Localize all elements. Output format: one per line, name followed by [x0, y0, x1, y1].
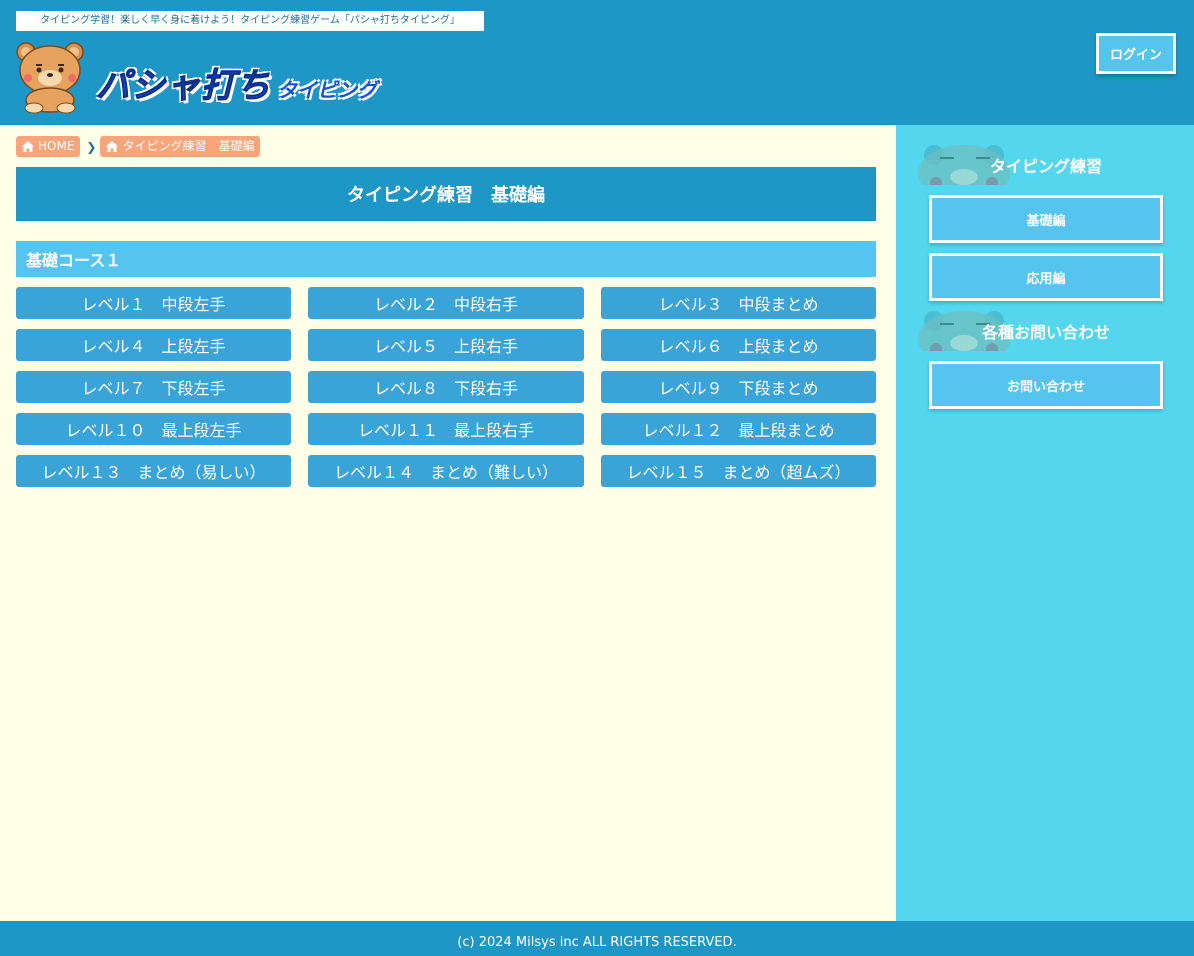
sidebar-heading-label: 各種お問い合わせ: [982, 323, 1111, 342]
level-button-grid: レベル１ 中段左手 レベル２ 中段右手 レベル３ 中段まとめ レベル４ 上段左手…: [16, 287, 876, 487]
level-button-1[interactable]: レベル１ 中段左手: [16, 287, 291, 319]
site-logo[interactable]: パシャ打ち タイピング: [96, 58, 378, 108]
sidebar-heading-label: タイピング練習: [990, 157, 1103, 176]
level-button-7[interactable]: レベル７ 下段左手: [16, 371, 291, 403]
breadcrumb-current[interactable]: タイピング練習 基礎編: [100, 136, 261, 157]
site-footer: (c) 2024 Milsys inc ALL RIGHTS RESERVED.: [0, 921, 1194, 956]
level-button-4[interactable]: レベル４ 上段左手: [16, 329, 291, 361]
sidebar-heading-typing: タイピング練習: [918, 143, 1178, 185]
bear-mascot-icon[interactable]: [14, 40, 86, 114]
sidebar-item-basic[interactable]: 基礎編: [929, 195, 1163, 243]
level-button-6[interactable]: レベル６ 上段まとめ: [601, 329, 876, 361]
chevron-right-icon: ❯: [86, 139, 97, 154]
level-button-9[interactable]: レベル９ 下段まとめ: [601, 371, 876, 403]
sidebar-heading-contact: 各種お問い合わせ: [918, 309, 1178, 351]
level-button-13[interactable]: レベル１３ まとめ（易しい）: [16, 455, 291, 487]
site-tagline: タイピング学習！楽しく早く身に着けよう！タイピング練習ゲーム「パシャ打ちタイピン…: [16, 11, 484, 31]
level-button-3[interactable]: レベル３ 中段まとめ: [601, 287, 876, 319]
level-button-2[interactable]: レベル２ 中段右手: [308, 287, 584, 319]
home-icon: [106, 141, 119, 152]
copyright-text: (c) 2024 Milsys inc ALL RIGHTS RESERVED.: [457, 935, 737, 950]
level-button-15[interactable]: レベル１５ まとめ（超ムズ）: [601, 455, 876, 487]
sidebar-item-contact[interactable]: お問い合わせ: [929, 361, 1163, 409]
home-icon: [22, 141, 34, 152]
page-title: タイピング練習 基礎編: [16, 167, 876, 221]
level-button-11[interactable]: レベル１１ 最上段右手: [308, 413, 584, 445]
breadcrumb-label: タイピング練習 基礎編: [122, 139, 255, 153]
level-button-5[interactable]: レベル５ 上段右手: [308, 329, 584, 361]
sidebar: タイピング練習 基礎編 応用編 各種お問い合わせ お問い合わせ: [896, 125, 1194, 921]
level-button-12[interactable]: レベル１２ 最上段まとめ: [601, 413, 876, 445]
logo-sub-text: タイピング: [277, 78, 377, 102]
breadcrumb-home[interactable]: HOME: [16, 136, 81, 157]
sidebar-item-advanced[interactable]: 応用編: [929, 253, 1163, 301]
breadcrumb-label: HOME: [38, 139, 75, 153]
breadcrumb: HOME ❯ タイピング練習 基礎編: [16, 136, 261, 157]
level-button-14[interactable]: レベル１４ まとめ（難しい）: [308, 455, 584, 487]
site-header: タイピング学習！楽しく早く身に着けよう！タイピング練習ゲーム「パシャ打ちタイピン…: [0, 0, 1194, 125]
level-button-10[interactable]: レベル１０ 最上段左手: [16, 413, 291, 445]
login-button[interactable]: ログイン: [1096, 33, 1176, 74]
level-button-8[interactable]: レベル８ 下段右手: [308, 371, 584, 403]
logo-main-text: パシャ打ち: [96, 66, 271, 107]
section-title: 基礎コース１: [16, 241, 876, 277]
main-content: HOME ❯ タイピング練習 基礎編 タイピング練習 基礎編 基礎コース１ レベ…: [0, 125, 896, 921]
